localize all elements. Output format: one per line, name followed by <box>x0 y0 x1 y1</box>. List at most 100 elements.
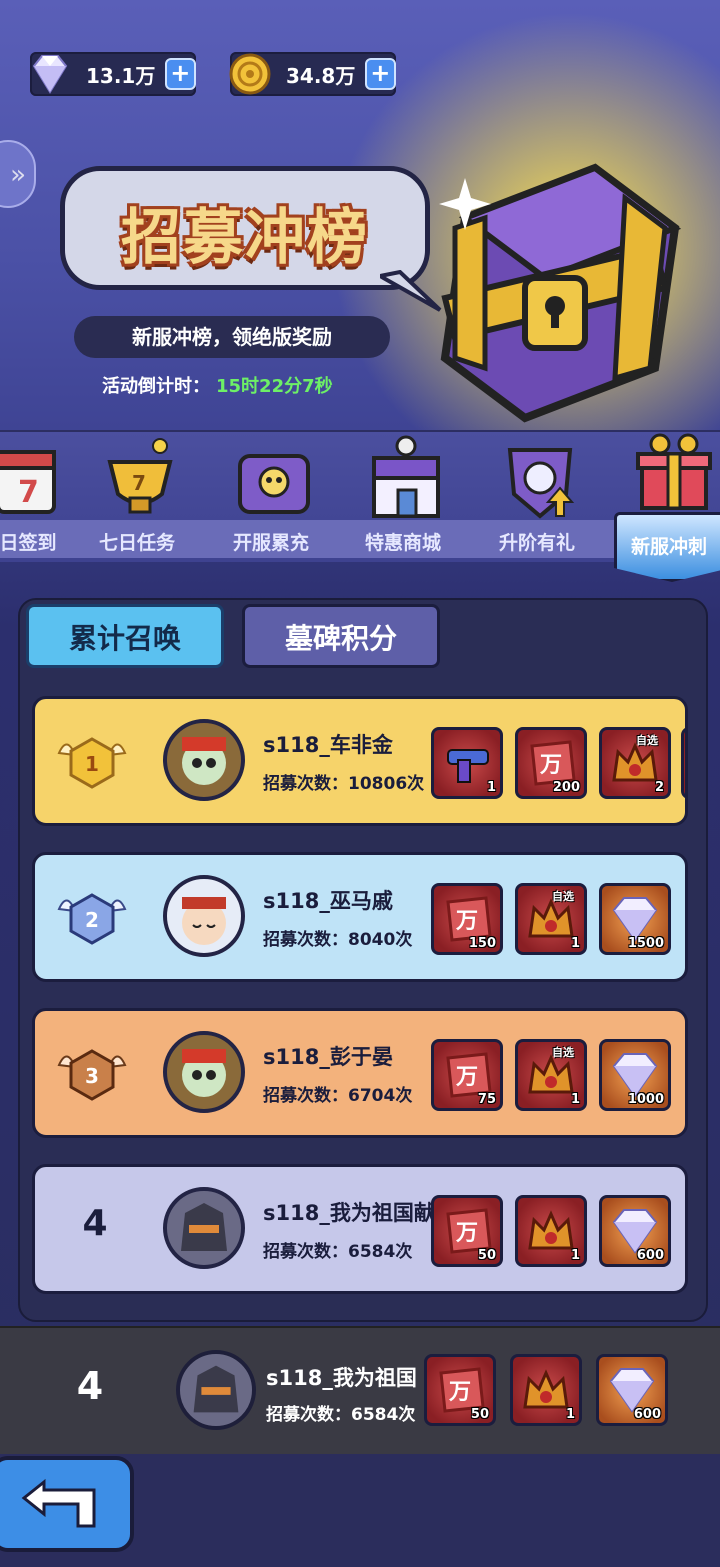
rank-card-4: 4 s118_我为祖国献 招募次数：6584次 万 50 1 600 <box>32 1164 688 1294</box>
avatar <box>163 1031 245 1113</box>
my-summon-count: 招募次数：6584次 <box>266 1405 416 1425</box>
rank-card-3: 3 s118_彭于晏 招募次数：6704次 万 75 自选 1 1000 <box>32 1008 688 1138</box>
tab-label: 新服冲刺 <box>630 536 707 558</box>
my-avatar <box>176 1350 256 1430</box>
trophy-icon: 7 <box>107 438 173 514</box>
reward-qty: 600 <box>633 1407 661 1422</box>
reward-wan-token[interactable]: 万 150 <box>431 883 503 955</box>
svg-text:7: 7 <box>18 475 39 510</box>
svg-text:1: 1 <box>85 752 99 776</box>
tab-daily-signin[interactable]: 7 日签到 <box>0 428 80 558</box>
svg-text:3: 3 <box>85 1064 99 1088</box>
tab-label: 开服累充 <box>232 532 309 554</box>
diamond-amount: 13.1万 <box>86 63 156 88</box>
my-player-name: s118_我为祖国 <box>266 1366 417 1390</box>
shield-skull-icon <box>507 448 575 519</box>
my-reward-wan-token[interactable]: 万 50 <box>424 1354 496 1426</box>
reward-qty: 1 <box>570 1092 580 1107</box>
reward-wan-token[interactable]: 万 75 <box>431 1039 503 1111</box>
banner-title: 招募冲榜 <box>121 203 369 273</box>
rank-number: 4 <box>82 1203 108 1244</box>
reward-gun[interactable]: 1 <box>431 727 503 799</box>
subtab-cumulative-summon[interactable]: 累计召唤 <box>26 604 224 668</box>
reward-tag: 自选 <box>636 734 658 747</box>
reward-crown-helmet[interactable]: 1 <box>515 1195 587 1267</box>
summon-count: 招募次数：6584次 <box>263 1242 413 1262</box>
reward-qty: 50 <box>477 1248 496 1263</box>
svg-text:7: 7 <box>132 471 146 495</box>
svg-text:万: 万 <box>539 753 562 778</box>
reward-qty: 1 <box>570 1248 580 1263</box>
coin-amount: 34.8万 <box>286 63 356 88</box>
player-name: s118_巫马戚 <box>263 889 393 913</box>
countdown-value: 15时22分7秒 <box>216 376 333 397</box>
back-button[interactable] <box>0 1456 134 1552</box>
add-coins-button[interactable]: + <box>364 58 396 90</box>
gift-box-icon <box>636 433 712 510</box>
svg-text:万: 万 <box>455 1221 478 1246</box>
avatar <box>163 719 245 801</box>
my-reward-crown-helmet[interactable]: 1 <box>510 1354 582 1426</box>
tab-label: 特惠商城 <box>364 532 441 554</box>
subtab-tombstone-points[interactable]: 墓碑积分 <box>242 604 440 668</box>
coin-currency: 34.8万 + <box>229 52 396 96</box>
rank-card-2: 2 s118_巫马戚 招募次数：8040次 万 150 自选 1 1500 <box>32 852 688 982</box>
reward-qty: 1500 <box>627 936 664 951</box>
tab-rank-up-gift[interactable]: 升阶有礼 <box>472 428 602 558</box>
reward-diamond[interactable]: 1500 <box>599 883 671 955</box>
player-name: s118_车非金 <box>263 733 393 757</box>
back-arrow-icon <box>21 1478 96 1528</box>
reward-qty: 1 <box>570 936 580 951</box>
reward-qty: 50 <box>470 1407 489 1422</box>
reward-crown-helmet[interactable]: 自选 1 <box>515 1039 587 1111</box>
rank-card-1: 1 s118_车非金 招募次数：10806次 1 万 200 自选 2 <box>32 696 688 826</box>
summon-count: 招募次数：8040次 <box>263 930 413 950</box>
reward-diamond[interactable]: 1000 <box>599 1039 671 1111</box>
reward-wan-token[interactable]: 万 200 <box>515 727 587 799</box>
svg-text:2: 2 <box>85 908 99 932</box>
reward-qty: 200 <box>552 780 580 795</box>
add-diamonds-button[interactable]: + <box>164 58 196 90</box>
coin-icon <box>229 53 271 95</box>
countdown-label: 活动倒计时： <box>102 376 210 397</box>
title-bubble: 招募冲榜 <box>60 166 430 290</box>
diamond-icon <box>32 55 68 94</box>
my-rank-number: 4 <box>76 1364 104 1408</box>
reward-more[interactable] <box>681 727 685 799</box>
silver-medal-icon: 2 <box>57 893 127 945</box>
tab-special-shop[interactable]: 特惠商城 <box>338 428 468 558</box>
tab-server-recharge[interactable]: 开服累充 <box>206 428 336 558</box>
calendar-icon: 7 <box>0 450 56 514</box>
reward-qty: 75 <box>477 1092 496 1107</box>
reward-crown-helmet[interactable]: 自选 2 <box>599 727 671 799</box>
summon-count: 招募次数：10806次 <box>263 774 425 794</box>
player-name: s118_我为祖国献 <box>263 1201 431 1225</box>
tab-seven-day-tasks[interactable]: 7 七日任务 <box>72 428 202 558</box>
svg-text:万: 万 <box>448 1380 471 1405</box>
shop-icon <box>372 435 440 518</box>
banner-subtitle: 新服冲榜，领绝版奖励 <box>74 316 390 358</box>
reward-qty: 1 <box>486 780 496 795</box>
reward-qty: 2 <box>654 780 664 795</box>
reward-tag: 自选 <box>552 1046 574 1059</box>
reward-qty: 150 <box>468 936 496 951</box>
player-name: s118_彭于晏 <box>263 1045 393 1069</box>
my-reward-diamond[interactable]: 600 <box>596 1354 668 1426</box>
avatar <box>163 1187 245 1269</box>
reward-crown-helmet[interactable]: 自选 1 <box>515 883 587 955</box>
reward-qty: 1000 <box>627 1092 664 1107</box>
diamond-currency: 13.1万 + <box>30 52 196 96</box>
treasure-chest-icon <box>439 163 682 423</box>
reward-wan-token[interactable]: 万 50 <box>431 1195 503 1267</box>
reward-diamond[interactable]: 600 <box>599 1195 671 1267</box>
reward-tag: 自选 <box>552 890 574 903</box>
tab-new-server-sprint[interactable]: 新服冲刺 <box>604 428 720 558</box>
svg-text:万: 万 <box>455 909 478 934</box>
reward-qty: 1 <box>565 1407 575 1422</box>
reward-qty: 600 <box>636 1248 664 1263</box>
countdown: 活动倒计时： 15时22分7秒 <box>102 372 333 398</box>
avatar <box>163 875 245 957</box>
skull-chest-icon <box>238 454 310 514</box>
tab-label: 七日任务 <box>98 532 175 554</box>
gold-medal-icon: 1 <box>57 737 127 789</box>
